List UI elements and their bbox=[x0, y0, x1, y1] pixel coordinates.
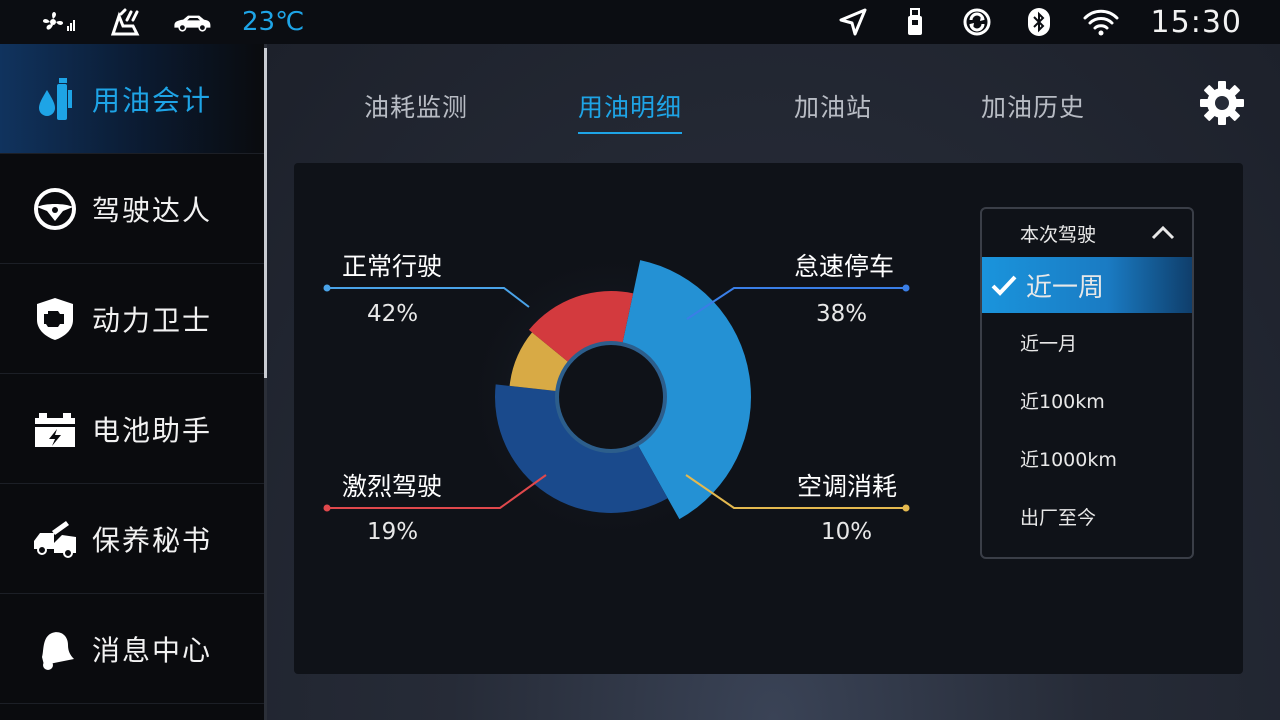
sidebar: 用油会计 驾驶达人 动力卫士 电池助手 保养秘书 消息中心 bbox=[0, 44, 264, 720]
slice-value-normal: 42% bbox=[367, 301, 418, 327]
slice-label-normal: 正常行驶 bbox=[342, 252, 442, 281]
sidebar-item-fuel-accounting[interactable]: 用油会计 bbox=[0, 44, 264, 154]
sidebar-item-driving-expert[interactable]: 驾驶达人 bbox=[0, 154, 264, 264]
sidebar-item-maintenance-secretary[interactable]: 保养秘书 bbox=[0, 484, 264, 594]
temperature-readout: 23℃ bbox=[242, 7, 305, 37]
period-dropdown[interactable]: 本次驾驶 近一周 近一月 近100km 近1000km 出厂至今 bbox=[980, 207, 1194, 559]
dropdown-option-week[interactable]: 近一周 bbox=[982, 257, 1192, 313]
sidebar-item-label: 驾驶达人 bbox=[92, 193, 213, 227]
steering-wheel-icon bbox=[32, 186, 78, 232]
sync-icon[interactable] bbox=[957, 7, 997, 37]
navigation-icon[interactable] bbox=[833, 7, 873, 37]
gear-icon[interactable] bbox=[1199, 80, 1245, 126]
fuel-drop-icon bbox=[32, 76, 78, 122]
battery-icon bbox=[32, 406, 78, 452]
wifi-icon[interactable] bbox=[1081, 7, 1121, 37]
leader-ac-dot bbox=[902, 504, 910, 512]
dropdown-option-label: 近一周 bbox=[1026, 272, 1105, 303]
tab-fuel-details[interactable]: 用油明细 bbox=[578, 88, 683, 134]
slice-value-idle: 38% bbox=[816, 301, 867, 327]
sidebar-item-battery-assistant[interactable]: 电池助手 bbox=[0, 374, 264, 484]
seat-heat-icon[interactable] bbox=[106, 7, 146, 37]
engine-shield-icon bbox=[32, 296, 78, 342]
dropdown-header-label: 本次驾驶 bbox=[1020, 223, 1097, 246]
donut-hole bbox=[555, 341, 667, 453]
sidebar-item-label: 保养秘书 bbox=[92, 523, 213, 557]
sidebar-item-label: 电池助手 bbox=[92, 413, 213, 447]
dropdown-option-100km[interactable]: 近100km bbox=[982, 371, 1192, 429]
bluetooth-icon[interactable] bbox=[1019, 7, 1059, 37]
sidebar-item-label: 用油会计 bbox=[92, 83, 213, 117]
leader-normal-dot bbox=[323, 284, 331, 292]
sidebar-item-power-guard[interactable]: 动力卫士 bbox=[0, 264, 264, 374]
tab-bar: 油耗监测 用油明细 加油站 加油历史 bbox=[267, 44, 1280, 154]
chevron-up-icon[interactable] bbox=[1150, 223, 1176, 241]
fan-icon[interactable] bbox=[40, 7, 80, 37]
slice-label-ac: 空调消耗 bbox=[797, 472, 897, 501]
tab-refuel-history[interactable]: 加油历史 bbox=[981, 88, 1085, 132]
status-bar: 23℃ 15:30 bbox=[0, 0, 1280, 44]
fuel-detail-panel: 正常行驶 42% 怠速停车 38% 空调消耗 10% 激烈驾驶 19% 本次驾驶… bbox=[294, 163, 1243, 674]
slice-label-aggressive: 激烈驾驶 bbox=[342, 472, 442, 501]
sidebar-item-label: 消息中心 bbox=[92, 633, 213, 667]
dropdown-option-month[interactable]: 近一月 bbox=[982, 313, 1192, 371]
bell-icon bbox=[32, 626, 78, 672]
slice-label-idle: 怠速停车 bbox=[794, 252, 894, 281]
slice-value-ac: 10% bbox=[821, 519, 872, 545]
usb-icon[interactable] bbox=[895, 7, 935, 37]
leader-aggressive-dot bbox=[323, 504, 331, 512]
dropdown-header[interactable]: 本次驾驶 bbox=[982, 209, 1192, 257]
sidebar-item-message-center[interactable]: 消息中心 bbox=[0, 594, 264, 704]
tab-gas-station[interactable]: 加油站 bbox=[794, 88, 872, 132]
leader-idle-dot bbox=[902, 284, 910, 292]
dropdown-option-since-factory[interactable]: 出厂至今 bbox=[982, 487, 1192, 545]
dropdown-option-1000km[interactable]: 近1000km bbox=[982, 429, 1192, 487]
main-content: 油耗监测 用油明细 加油站 加油历史 正常行驶 42% 怠速停车 38% 空调消… bbox=[267, 44, 1280, 720]
clock: 15:30 bbox=[1150, 4, 1242, 40]
tab-fuel-monitoring[interactable]: 油耗监测 bbox=[364, 88, 468, 132]
car-service-icon bbox=[32, 516, 78, 562]
checkmark-icon bbox=[991, 275, 1017, 296]
slice-value-aggressive: 19% bbox=[367, 519, 418, 545]
sidebar-item-label: 动力卫士 bbox=[92, 303, 213, 337]
car-icon[interactable] bbox=[172, 7, 212, 37]
